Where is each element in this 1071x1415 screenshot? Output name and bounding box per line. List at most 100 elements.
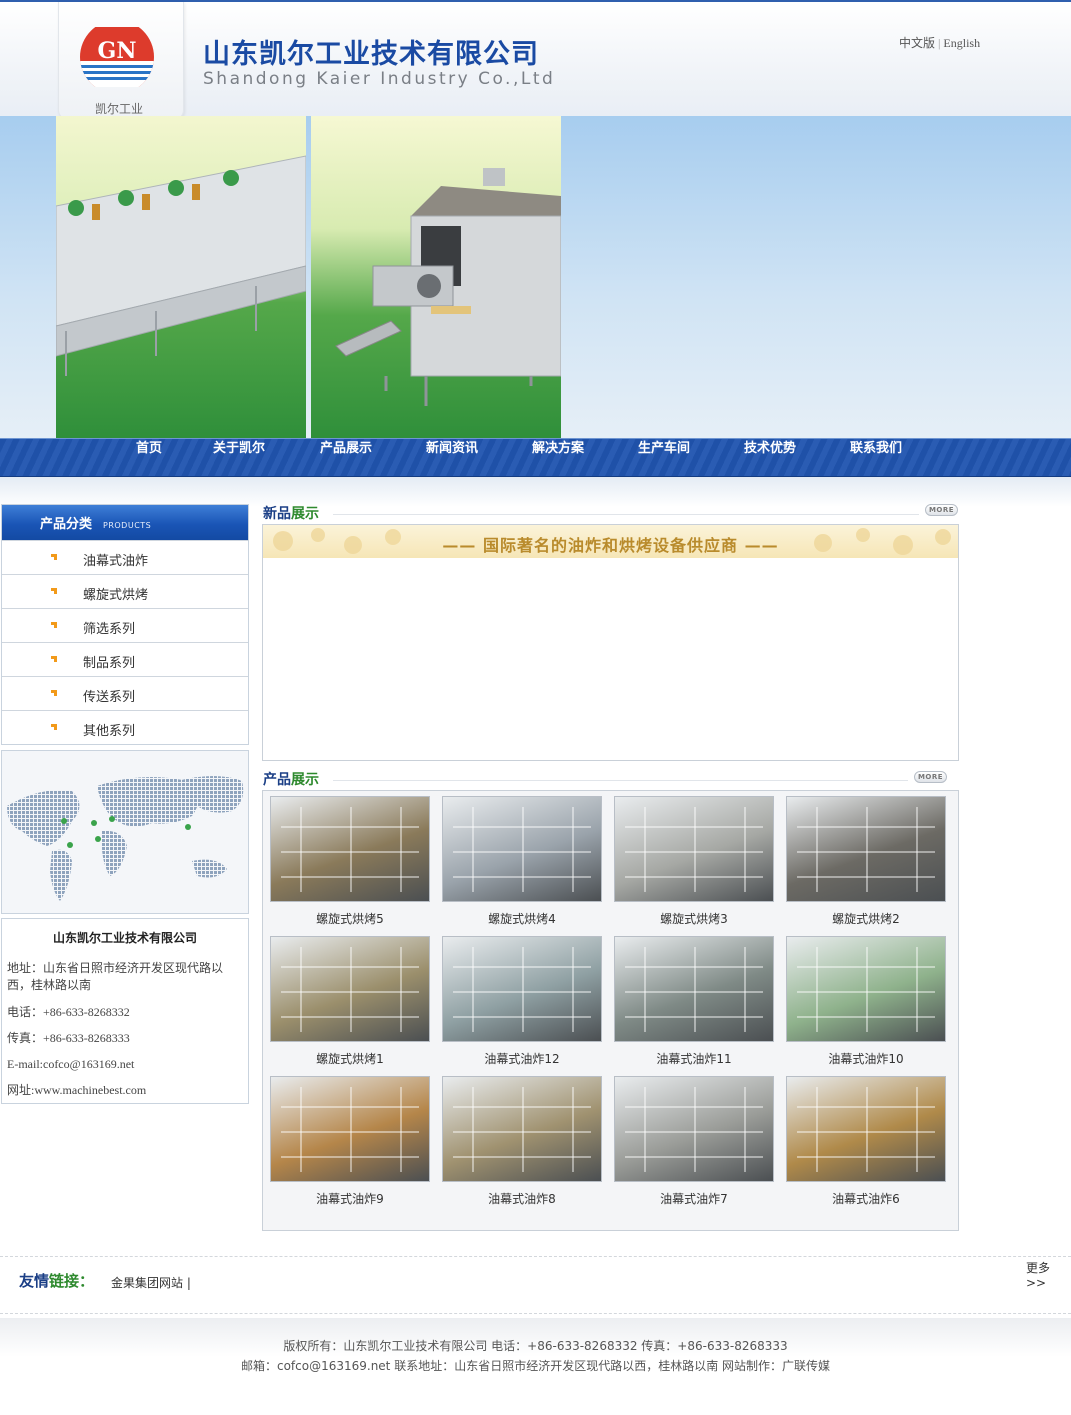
contact-title: 山东凯尔工业技术有限公司 <box>52 931 197 945</box>
product-name[interactable]: 螺旋式烘烤4 <box>442 910 602 927</box>
product-card[interactable]: 螺旋式烘烤1 <box>270 936 430 1066</box>
product-image[interactable] <box>614 796 774 902</box>
product-name[interactable]: 油幕式油炸11 <box>614 1050 774 1067</box>
company-name-en: Shandong Kaier Industry Co.,Ltd <box>203 69 556 89</box>
page: GN 凯尔工业 山东凯尔工业技术有限公司 Shandong Kaier Indu… <box>0 0 1071 1415</box>
product-image[interactable] <box>442 936 602 1042</box>
product-card[interactable]: 油幕式油炸6 <box>786 1076 946 1206</box>
category-item[interactable]: 筛选系列 <box>2 608 248 642</box>
category-panel: 产品分类 PRODUCTS 油幕式油炸 螺旋式烘烤 筛选系列 制品系列 传送系列… <box>1 504 249 745</box>
nav-products[interactable]: 产品展示 <box>320 439 372 459</box>
product-name[interactable]: 油幕式油炸7 <box>614 1190 774 1207</box>
language-switcher: 中文版 | English <box>899 34 980 51</box>
nav-home[interactable]: 首页 <box>136 439 162 459</box>
product-card[interactable]: 螺旋式烘烤5 <box>270 796 430 926</box>
product-image[interactable] <box>270 796 430 902</box>
logo-letters: GN <box>97 38 137 64</box>
category-label: 螺旋式烘烤 <box>83 588 149 603</box>
main-nav: 首页 关于凯尔 产品展示 新闻资讯 解决方案 生产车间 技术优势 联系我们 <box>0 438 1071 477</box>
lang-separator: | <box>938 36 941 50</box>
category-title: 产品分类 <box>40 517 93 532</box>
product-name[interactable]: 油幕式油炸6 <box>786 1190 946 1207</box>
machine-photo-icon <box>625 1087 763 1172</box>
friend-links-more[interactable]: 更多 >> <box>1026 1259 1071 1290</box>
logo[interactable]: GN 凯尔工业 <box>58 2 184 120</box>
product-name[interactable]: 螺旋式烘烤3 <box>614 910 774 927</box>
machine-photo-icon <box>281 1087 419 1172</box>
contact-email[interactable]: E-mail:cofco@163169.net <box>7 1056 243 1073</box>
product-card[interactable]: 油幕式油炸12 <box>442 936 602 1066</box>
product-card[interactable]: 油幕式油炸7 <box>614 1076 774 1206</box>
new-products-more-button[interactable]: MORE <box>925 504 958 516</box>
product-image[interactable] <box>442 1076 602 1182</box>
category-item[interactable]: 螺旋式烘烤 <box>2 574 248 608</box>
product-card[interactable]: 油幕式油炸8 <box>442 1076 602 1206</box>
product-name[interactable]: 油幕式油炸8 <box>442 1190 602 1207</box>
product-name[interactable]: 螺旋式烘烤2 <box>786 910 946 927</box>
footer: 版权所有：山东凯尔工业技术有限公司 电话：+86-633-8268332 传真：… <box>0 1318 1071 1415</box>
category-item[interactable]: 其他系列 <box>2 710 248 744</box>
nav-news[interactable]: 新闻资讯 <box>426 439 478 459</box>
product-card[interactable]: 油幕式油炸11 <box>614 936 774 1066</box>
product-image[interactable] <box>614 1076 774 1182</box>
contact-panel: 山东凯尔工业技术有限公司 地址：山东省日照市经济开发区现代路以西，桂林路以南 电… <box>1 918 249 1104</box>
category-title-en: PRODUCTS <box>103 521 152 530</box>
arrow-icon <box>49 554 57 562</box>
product-image[interactable] <box>786 1076 946 1182</box>
product-card[interactable]: 螺旋式烘烤4 <box>442 796 602 926</box>
machine-photo-icon <box>797 1087 935 1172</box>
banner-image-fryer <box>311 116 561 438</box>
machine-photo-icon <box>797 947 935 1032</box>
product-image[interactable] <box>270 936 430 1042</box>
friend-link-jinguo[interactable]: 金果集团网站 | <box>111 1274 191 1291</box>
world-map-icon <box>7 776 244 901</box>
nav-contact[interactable]: 联系我们 <box>850 439 902 459</box>
product-image[interactable] <box>270 1076 430 1182</box>
nav-workshop[interactable]: 生产车间 <box>638 439 690 459</box>
footer-contact: 邮箱：cofco@163169.net 联系地址：山东省日照市经济开发区现代路以… <box>240 1359 831 1373</box>
machine-photo-icon <box>281 807 419 892</box>
products-more-button[interactable]: MORE <box>914 771 947 783</box>
header: GN 凯尔工业 山东凯尔工业技术有限公司 Shandong Kaier Indu… <box>0 0 1071 120</box>
category-item[interactable]: 传送系列 <box>2 676 248 710</box>
arrow-icon <box>49 724 57 732</box>
slogan-text: —— 国际著名的油炸和烘烤设备供应商 —— <box>442 536 779 555</box>
arrow-icon <box>49 588 57 596</box>
divider <box>333 780 908 781</box>
footer-copyright: 版权所有：山东凯尔工业技术有限公司 电话：+86-633-8268332 传真：… <box>283 1339 788 1353</box>
category-label: 筛选系列 <box>83 622 136 637</box>
product-card[interactable]: 油幕式油炸10 <box>786 936 946 1066</box>
friend-links-title-b: 链接： <box>49 1272 95 1290</box>
product-name[interactable]: 油幕式油炸12 <box>442 1050 602 1067</box>
category-item[interactable]: 制品系列 <box>2 642 248 676</box>
product-image[interactable] <box>614 936 774 1042</box>
product-image[interactable] <box>786 796 946 902</box>
nav-about[interactable]: 关于凯尔 <box>213 439 265 459</box>
machine-photo-icon <box>453 807 591 892</box>
category-label: 制品系列 <box>83 656 136 671</box>
product-card[interactable]: 螺旋式烘烤2 <box>786 796 946 926</box>
contact-website[interactable]: 网址:www.machinebest.com <box>7 1082 243 1099</box>
product-image[interactable] <box>786 936 946 1042</box>
product-name[interactable]: 油幕式油炸10 <box>786 1050 946 1067</box>
contact-address: 地址：山东省日照市经济开发区现代路以西，桂林路以南 <box>7 961 224 992</box>
category-label: 油幕式油炸 <box>83 554 149 569</box>
friend-links-title-a: 友情 <box>19 1272 50 1290</box>
products-title: 产品展示 <box>263 769 319 789</box>
lang-english-link[interactable]: English <box>943 36 980 50</box>
nav-solutions[interactable]: 解决方案 <box>532 439 584 459</box>
logo-caption: 凯尔工业 <box>94 102 143 116</box>
product-name[interactable]: 螺旋式烘烤5 <box>270 910 430 927</box>
product-card[interactable]: 油幕式油炸9 <box>270 1076 430 1206</box>
friend-links-title: 友情链接： <box>19 1270 94 1291</box>
machine-photo-icon <box>797 807 935 892</box>
new-products-title-a: 新品 <box>263 506 291 522</box>
nav-technology[interactable]: 技术优势 <box>744 439 796 459</box>
lang-chinese-link[interactable]: 中文版 <box>899 36 935 50</box>
category-item[interactable]: 油幕式油炸 <box>2 540 248 574</box>
product-card[interactable]: 螺旋式烘烤3 <box>614 796 774 926</box>
product-image[interactable] <box>442 796 602 902</box>
product-name[interactable]: 油幕式油炸9 <box>270 1190 430 1207</box>
machine-photo-icon <box>625 947 763 1032</box>
product-name[interactable]: 螺旋式烘烤1 <box>270 1050 430 1067</box>
